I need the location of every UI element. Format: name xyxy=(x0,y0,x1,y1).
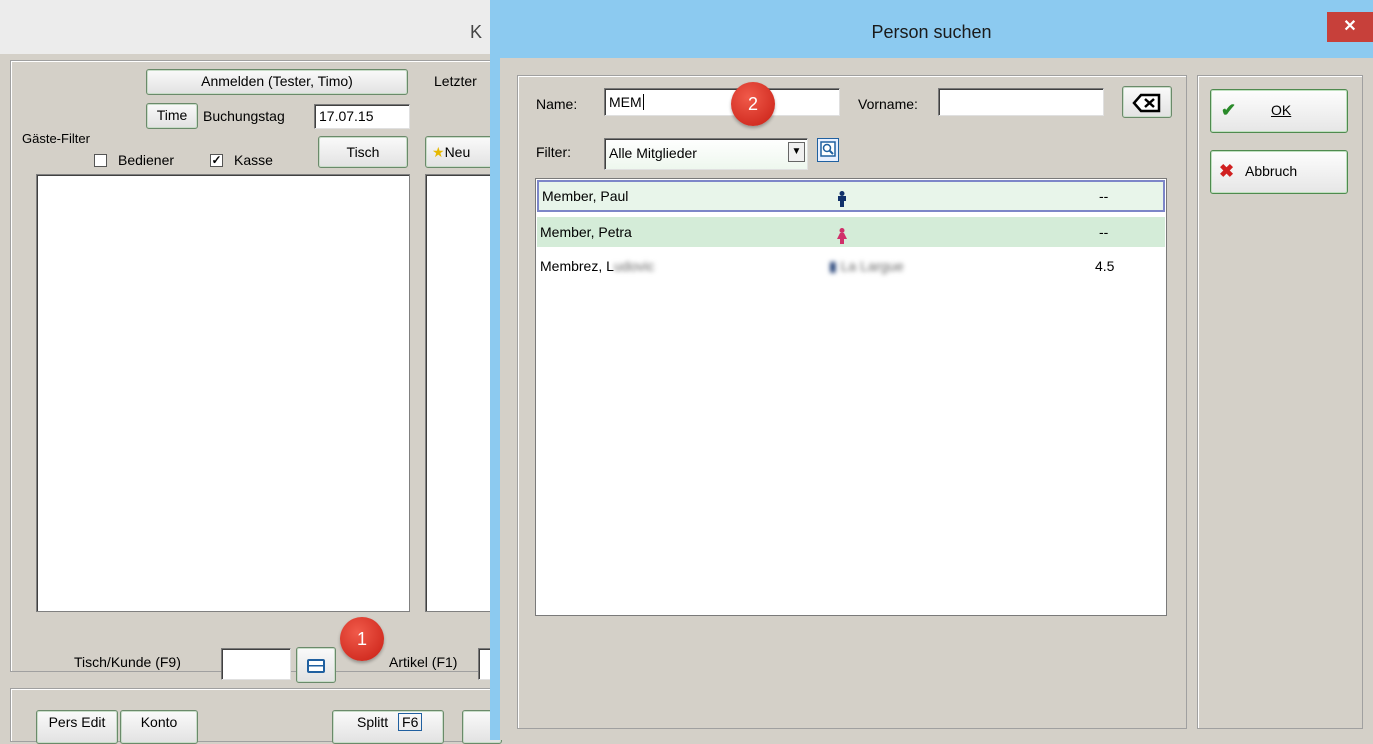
result-row[interactable]: Member, Paul -- xyxy=(537,180,1165,212)
result-name: Member, Petra xyxy=(540,224,632,240)
table-customer-field[interactable] xyxy=(221,648,291,680)
annotation-badge-1: 1 xyxy=(340,617,384,661)
guest-filter-label: Gäste-Filter xyxy=(22,131,90,146)
last-label: Letzter xyxy=(434,73,477,89)
clear-input-button[interactable] xyxy=(1122,86,1172,118)
background-window-title: K xyxy=(470,22,483,42)
account-button[interactable]: Konto xyxy=(120,710,198,744)
close-icon[interactable]: ✕ xyxy=(1327,12,1373,42)
results-list[interactable]: Member, Paul -- Member, Petra -- Membrez… xyxy=(535,178,1167,616)
ok-button[interactable]: ✔ OK xyxy=(1210,89,1348,133)
register-filter-label: Kasse xyxy=(234,152,273,168)
result-row[interactable]: Membrez, Ludovic ▮ La Largue 4.5 xyxy=(537,251,1165,281)
table-icon xyxy=(307,659,325,674)
male-person-icon: ▮ xyxy=(829,258,837,274)
text-cursor xyxy=(642,94,644,110)
checkmark-icon: ✔ xyxy=(1221,100,1237,120)
cross-icon: ✖ xyxy=(1219,161,1235,181)
star-icon: ★ xyxy=(432,144,445,160)
article-label: Artikel (F1) xyxy=(389,654,458,670)
filter-search-icon[interactable] xyxy=(817,138,839,162)
result-name-visible: Membrez, L xyxy=(540,258,614,274)
new-button-label: Neu xyxy=(444,144,471,160)
result-club: ▮ La Largue xyxy=(829,251,904,281)
split-button-label: Splitt xyxy=(357,714,389,730)
result-value: -- xyxy=(1099,188,1109,204)
operator-filter-checkbox[interactable] xyxy=(94,154,107,167)
filter-label: Filter: xyxy=(536,144,571,160)
female-person-icon xyxy=(837,224,847,254)
backspace-icon xyxy=(1132,94,1161,113)
result-name: Member, Paul xyxy=(542,188,629,204)
split-shortcut-badge: F6 xyxy=(398,713,423,731)
split-button[interactable]: Splitt F6 xyxy=(332,710,444,744)
pers-edit-button[interactable]: Pers Edit xyxy=(36,710,118,744)
guest-list[interactable] xyxy=(36,174,410,612)
cancel-button[interactable]: ✖ Abbruch xyxy=(1210,150,1348,194)
chevron-down-icon[interactable]: ▼ xyxy=(788,142,805,162)
table-customer-label: Tisch/Kunde (F9) xyxy=(74,654,181,670)
name-input[interactable]: MEM xyxy=(604,88,840,116)
annotation-badge-2: 2 xyxy=(731,82,775,126)
ok-button-label: OK xyxy=(1271,102,1292,118)
cancel-button-label: Abbruch xyxy=(1245,163,1298,179)
result-name-blurred: udovic xyxy=(613,258,655,274)
firstname-input[interactable] xyxy=(938,88,1104,116)
firstname-label: Vorname: xyxy=(858,96,918,112)
result-value: -- xyxy=(1099,224,1109,240)
login-button[interactable]: Anmelden (Tester, Timo) xyxy=(146,69,408,95)
result-value: 4.5 xyxy=(1095,258,1115,274)
name-label: Name: xyxy=(536,96,578,112)
filter-select[interactable]: Alle Mitglieder xyxy=(604,138,808,170)
result-row[interactable]: Member, Petra -- xyxy=(537,217,1165,247)
male-person-icon xyxy=(837,188,847,216)
register-filter-checkbox[interactable]: ✓ xyxy=(210,154,223,167)
operator-filter-label: Bediener xyxy=(118,152,175,168)
name-input-value: MEM xyxy=(609,94,642,110)
booking-day-field[interactable]: 17.07.15 xyxy=(314,104,410,129)
table-lookup-button[interactable] xyxy=(296,647,336,683)
table-button[interactable]: Tisch xyxy=(318,136,408,168)
time-button[interactable]: Time xyxy=(146,103,198,129)
result-club-name: La Largue xyxy=(840,258,904,274)
dialog-title: Person suchen xyxy=(871,22,992,42)
booking-day-label: Buchungstag xyxy=(203,108,285,124)
filter-select-value: Alle Mitglieder xyxy=(609,145,697,161)
result-name: Membrez, Ludovic xyxy=(540,251,654,281)
